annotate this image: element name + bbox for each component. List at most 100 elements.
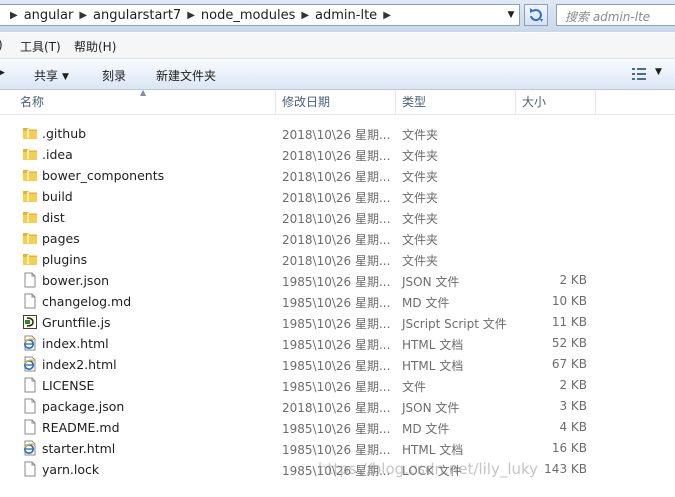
file-name: starter.html	[42, 441, 116, 456]
breadcrumb-node-modules[interactable]: node_modules	[201, 8, 295, 23]
file-type: MD 文件	[402, 296, 450, 310]
file-row[interactable]: Gruntfile.js 1985\10\26 星期... JScript Scri…	[0, 312, 675, 333]
folder-icon	[22, 251, 38, 267]
file-type: 文件夹	[402, 254, 439, 268]
file-name: bower_components	[42, 168, 165, 183]
address-bar[interactable]: ▶ angular ▶ angularstart7 ▶ node_modules ▶ admi…	[0, 4, 520, 26]
file-type: 文件夹	[402, 128, 439, 142]
file-name: package.json	[42, 399, 125, 414]
column-header-name[interactable]: 名称	[14, 90, 276, 114]
menu-tools[interactable]: 工具(T)	[20, 38, 61, 55]
file-type: JScript Script 文件	[402, 317, 507, 331]
file-icon	[22, 272, 38, 288]
menu-help[interactable]: 帮助(H)	[74, 38, 116, 55]
address-history-dropdown-icon[interactable]: ▼	[504, 7, 518, 23]
breadcrumb-admin-lte[interactable]: admin-lte	[315, 8, 377, 23]
file-type: 文件夹	[402, 170, 439, 184]
file-type: MD 文件	[402, 422, 450, 436]
file-type: 文件夹	[402, 212, 439, 226]
file-name: index.html	[42, 336, 109, 351]
column-header-modified[interactable]: 修改日期	[276, 90, 396, 114]
new-folder-button[interactable]: 新建文件夹	[156, 67, 216, 84]
file-modified: 1985\10\26 星期...	[282, 359, 391, 373]
file-row[interactable]: LICENSE 1985\10\26 星期... 文件 2 KB	[0, 375, 675, 396]
breadcrumb-separator-icon[interactable]: ▶	[187, 10, 195, 21]
view-options-dropdown-icon[interactable]: ▼	[655, 67, 662, 77]
file-row[interactable]: starter.html 1985\10\26 星期... HTML 文档 16 KB	[0, 438, 675, 459]
file-size: 2 KB	[559, 378, 587, 392]
share-label: 共享	[34, 69, 59, 83]
file-type: 文件夹	[402, 191, 439, 205]
address-toolbar: ▶ angular ▶ angularstart7 ▶ node_modules ▶ admi…	[0, 0, 675, 32]
file-modified: 2018\10\26 星期...	[282, 128, 391, 142]
file-size: 4 KB	[559, 420, 587, 434]
share-button[interactable]: 共享 ▼	[34, 67, 69, 84]
file-size: 143 KB	[544, 462, 587, 476]
html-icon	[22, 335, 38, 351]
file-modified: 1985\10\26 星期...	[282, 275, 391, 289]
file-modified: 2018\10\26 星期...	[282, 191, 391, 205]
file-size: 10 KB	[551, 294, 587, 308]
folder-icon	[22, 146, 38, 162]
change-view-icon[interactable]	[632, 68, 646, 80]
file-name: plugins	[42, 252, 88, 267]
breadcrumb-separator-icon[interactable]: ▶	[383, 10, 391, 21]
file-name: LICENSE	[42, 378, 95, 393]
file-modified: 1985\10\26 星期...	[282, 317, 391, 331]
column-header-type[interactable]: 类型	[396, 90, 516, 114]
file-row[interactable]: bower_components 2018\10\26 星期... 文件夹	[0, 165, 675, 186]
breadcrumb-angularstart7[interactable]: angularstart7	[93, 8, 181, 23]
file-row[interactable]: .github 2018\10\26 星期... 文件夹	[0, 123, 675, 144]
file-row[interactable]: index.html 1985\10\26 星期... HTML 文档 52 KB	[0, 333, 675, 354]
file-row[interactable]: plugins 2018\10\26 星期... 文件夹	[0, 249, 675, 270]
file-row[interactable]: .idea 2018\10\26 星期... 文件夹	[0, 144, 675, 165]
breadcrumb-separator-icon[interactable]: ▶	[10, 10, 18, 21]
search-input[interactable]: 搜索 admin-lte	[556, 4, 675, 26]
file-type: JSON 文件	[402, 275, 460, 289]
file-icon	[22, 398, 38, 414]
breadcrumb-angular[interactable]: angular	[24, 8, 74, 23]
search-placeholder: 搜索 admin-lte	[565, 10, 651, 24]
file-modified: 2018\10\26 星期...	[282, 170, 391, 184]
file-size: 2 KB	[559, 273, 587, 287]
watermark-text: https://blog.csdn.net/lily_luky	[318, 460, 539, 478]
file-modified: 1985\10\26 星期...	[282, 443, 391, 457]
file-name: .github	[42, 126, 87, 141]
file-modified: 1985\10\26 星期...	[282, 296, 391, 310]
refresh-icon	[530, 8, 543, 22]
file-row[interactable]: bower.json 1985\10\26 星期... JSON 文件 2 KB	[0, 270, 675, 291]
html-icon	[22, 356, 38, 372]
menu-item-view-partial[interactable]: )	[0, 38, 3, 52]
file-modified: 2018\10\26 星期...	[282, 212, 391, 226]
file-modified: 1985\10\26 星期...	[282, 380, 391, 394]
file-type: 文件夹	[402, 233, 439, 247]
file-name: changelog.md	[42, 294, 132, 309]
command-previous-arrow-icon[interactable]: ▶	[0, 68, 5, 78]
column-header-size[interactable]: 大小	[516, 90, 596, 114]
folder-icon	[22, 125, 38, 141]
file-row[interactable]: build 2018\10\26 星期... 文件夹	[0, 186, 675, 207]
file-row[interactable]: package.json 2018\10\26 星期... JSON 文件 3 KB	[0, 396, 675, 417]
file-row[interactable]: index2.html 1985\10\26 星期... HTML 文档 67 KB	[0, 354, 675, 375]
burn-button[interactable]: 刻录	[102, 67, 126, 84]
refresh-button[interactable]	[524, 4, 548, 26]
menu-bar: ) 工具(T) 帮助(H)	[0, 33, 675, 59]
file-size: 3 KB	[559, 399, 587, 413]
file-row[interactable]: dist 2018\10\26 星期... 文件夹	[0, 207, 675, 228]
file-modified: 2018\10\26 星期...	[282, 233, 391, 247]
breadcrumb-separator-icon[interactable]: ▶	[301, 10, 309, 21]
file-row[interactable]: changelog.md 1985\10\26 星期... MD 文件 10 KB	[0, 291, 675, 312]
html-icon	[22, 440, 38, 456]
file-size: 52 KB	[551, 336, 587, 350]
file-icon	[22, 377, 38, 393]
file-name: build	[42, 189, 73, 204]
file-row[interactable]: pages 2018\10\26 星期... 文件夹	[0, 228, 675, 249]
folder-icon	[22, 188, 38, 204]
file-row[interactable]: README.md 1985\10\26 星期... MD 文件 4 KB	[0, 417, 675, 438]
file-icon	[22, 293, 38, 309]
breadcrumb-separator-icon[interactable]: ▶	[79, 10, 87, 21]
file-type: HTML 文档	[402, 338, 464, 352]
file-name: dist	[42, 210, 65, 225]
folder-icon	[22, 167, 38, 183]
file-name: bower.json	[42, 273, 110, 288]
